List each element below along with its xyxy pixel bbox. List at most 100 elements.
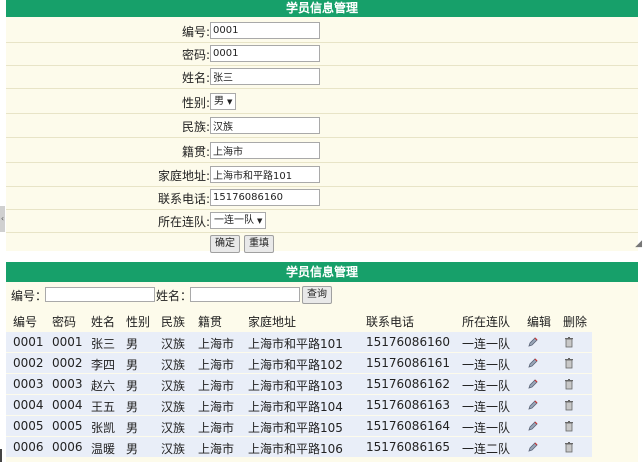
- edit-pencil-icon[interactable]: [527, 378, 539, 390]
- gender-select[interactable]: 男 ▼: [210, 93, 237, 110]
- form-row-actions: 确定 重填: [6, 233, 638, 255]
- cell-phone: 15176086161: [366, 356, 450, 370]
- id-input[interactable]: [210, 22, 320, 39]
- cell-address: 上海市和平路101: [248, 337, 343, 351]
- table-header-row: 编号 密码 姓名 性别 民族 籍贯 家庭地址 联系电话 所在连队 编辑 删除: [6, 310, 638, 330]
- page-edge-marker: [0, 449, 2, 462]
- cell-native-place: 上海市: [198, 442, 235, 456]
- trash-icon[interactable]: [563, 420, 575, 432]
- cell-id: 0006: [13, 440, 44, 454]
- cell-ethnicity: 汉族: [161, 400, 186, 414]
- cell-id: 0001: [13, 335, 44, 349]
- header-id: 编号: [13, 315, 38, 329]
- cell-password: 0006: [52, 440, 83, 454]
- cell-team: 一连一队: [462, 379, 511, 393]
- table-row: 0004 0004 王五 男 汉族 上海市 上海市和平路104 15176086…: [6, 395, 592, 416]
- cell-phone: 15176086162: [366, 377, 450, 391]
- cell-id: 0005: [13, 419, 44, 433]
- cell-address: 上海市和平路104: [248, 400, 343, 414]
- trash-icon[interactable]: [563, 336, 575, 348]
- cell-phone: 15176086165: [366, 440, 450, 454]
- header-delete: 删除: [563, 315, 588, 329]
- form-row-name: 姓名:: [6, 66, 638, 89]
- cell-native-place: 上海市: [198, 379, 235, 393]
- header-edit: 编辑: [527, 315, 552, 329]
- edit-pencil-icon[interactable]: [527, 336, 539, 348]
- cell-address: 上海市和平路106: [248, 442, 343, 456]
- password-label: 密码:: [181, 48, 210, 62]
- cell-address: 上海市和平路102: [248, 358, 343, 372]
- search-button[interactable]: 查询: [302, 286, 332, 304]
- cell-name: 李四: [91, 358, 116, 372]
- cell-name: 温暖: [91, 442, 116, 456]
- trash-icon[interactable]: [563, 441, 575, 453]
- cell-phone: 15176086160: [366, 335, 450, 349]
- student-form-panel: 学员信息管理 编号: 密码: 姓名: 性别: 男▼ 民族: 籍贯: 家庭地址: …: [6, 0, 638, 253]
- cell-ethnicity: 汉族: [161, 421, 186, 435]
- confirm-button[interactable]: 确定: [210, 235, 240, 253]
- table-row: 0003 0003 赵六 男 汉族 上海市 上海市和平路103 15176086…: [6, 374, 592, 395]
- cell-ethnicity: 汉族: [161, 337, 186, 351]
- header-phone: 联系电话: [366, 315, 415, 329]
- header-name: 姓名: [91, 315, 116, 329]
- address-label: 家庭地址:: [157, 169, 210, 183]
- address-input[interactable]: [210, 166, 320, 183]
- cell-native-place: 上海市: [198, 400, 235, 414]
- gender-select-value: 男: [214, 96, 224, 107]
- reset-button[interactable]: 重填: [244, 235, 274, 253]
- cell-gender: 男: [126, 442, 139, 456]
- cell-name: 张三: [91, 337, 116, 351]
- table-row: 0001 0001 张三 男 汉族 上海市 上海市和平路101 15176086…: [6, 332, 592, 353]
- collapse-tab[interactable]: ‹: [0, 206, 5, 232]
- header-address: 家庭地址: [248, 315, 297, 329]
- list-title: 学员信息管理: [6, 262, 638, 282]
- edit-pencil-icon[interactable]: [527, 357, 539, 369]
- search-id-label: 编号：: [11, 289, 48, 303]
- form-row-team: 所在连队: 一连一队 ▼: [6, 210, 638, 233]
- team-label: 所在连队:: [157, 215, 210, 229]
- trash-icon[interactable]: [563, 378, 575, 390]
- header-native-place: 籍贯: [198, 315, 223, 329]
- cell-ethnicity: 汉族: [161, 442, 186, 456]
- name-input[interactable]: [210, 68, 320, 85]
- trash-icon[interactable]: [563, 357, 575, 369]
- trash-icon[interactable]: [563, 399, 575, 411]
- dropdown-arrow-icon: ▼: [227, 98, 233, 106]
- phone-input[interactable]: [210, 189, 320, 206]
- name-label: 姓名:: [181, 71, 210, 85]
- cell-name: 赵六: [91, 379, 116, 393]
- cell-gender: 男: [126, 358, 139, 372]
- team-select[interactable]: 一连一队 ▼: [210, 212, 267, 229]
- header-password: 密码: [52, 315, 77, 329]
- ethnicity-input[interactable]: [210, 117, 320, 134]
- form-row-native-place: 籍贯:: [6, 140, 638, 163]
- cell-password: 0001: [52, 335, 83, 349]
- cell-phone: 15176086164: [366, 419, 450, 433]
- edit-pencil-icon[interactable]: [527, 420, 539, 432]
- team-select-value: 一连一队: [214, 215, 254, 226]
- table-row: 0005 0005 张凯 男 汉族 上海市 上海市和平路105 15176086…: [6, 416, 592, 437]
- search-name-label: 姓名：: [156, 289, 193, 303]
- search-name-input[interactable]: [190, 287, 300, 302]
- cell-password: 0003: [52, 377, 83, 391]
- cell-gender: 男: [126, 421, 139, 435]
- cell-gender: 男: [126, 337, 139, 351]
- cell-address: 上海市和平路105: [248, 421, 343, 435]
- edit-pencil-icon[interactable]: [527, 441, 539, 453]
- edit-pencil-icon[interactable]: [527, 399, 539, 411]
- cell-id: 0004: [13, 398, 44, 412]
- cell-team: 一连一队: [462, 400, 511, 414]
- student-list-panel: 学员信息管理 编号： 姓名： 查询 编号 密码 姓名 性别 民族 籍贯 家庭地址…: [6, 262, 638, 462]
- cell-password: 0002: [52, 356, 83, 370]
- cell-password: 0004: [52, 398, 83, 412]
- native-place-label: 籍贯:: [181, 145, 210, 159]
- password-input[interactable]: [210, 45, 320, 62]
- cell-gender: 男: [126, 379, 139, 393]
- cell-team: 一连一队: [462, 337, 511, 351]
- form-row-gender: 性别: 男 ▼: [6, 91, 638, 114]
- header-team: 所在连队: [462, 315, 511, 329]
- cell-id: 0002: [13, 356, 44, 370]
- search-id-input[interactable]: [45, 287, 155, 302]
- native-place-input[interactable]: [210, 142, 320, 159]
- cell-gender: 男: [126, 400, 139, 414]
